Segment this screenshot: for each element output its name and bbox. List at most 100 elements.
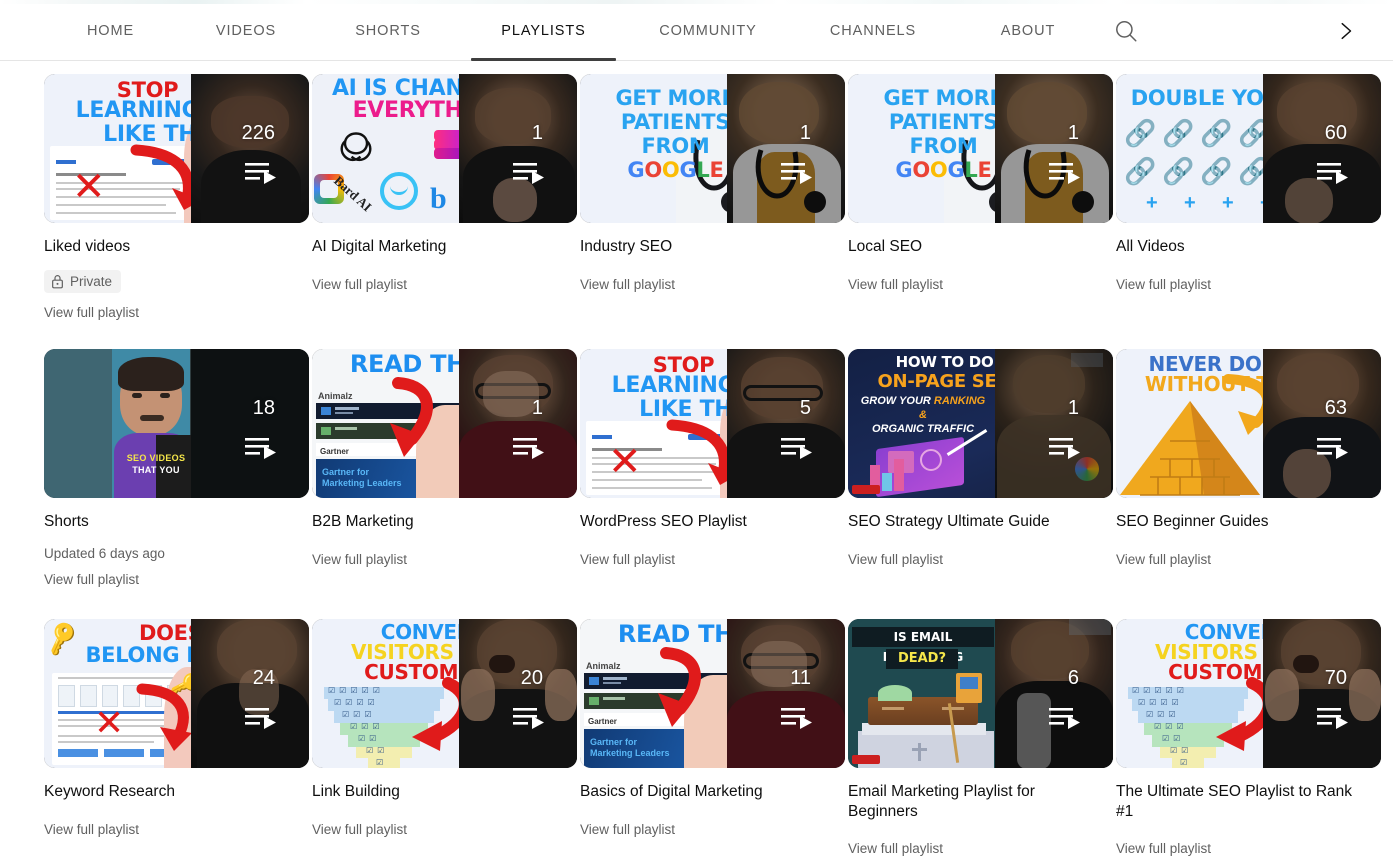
playlist-thumbnail[interactable]: READ THESE Animalz Gartner Gartner for M… (580, 619, 845, 768)
playlist-title[interactable]: B2B Marketing (312, 512, 564, 532)
tab-community[interactable]: COMMUNITY (628, 0, 788, 61)
thumbnail-overlay-panel (191, 74, 309, 223)
thumbnail-overlay-panel (727, 349, 845, 498)
playlist-row: SEO VIDEOS THAT YOU 18 Shorts Updated 6 … (44, 349, 1393, 619)
view-full-playlist-link[interactable]: View full playlist (580, 277, 845, 292)
view-full-playlist-link[interactable]: View full playlist (312, 552, 577, 567)
playlist-video-count: 1 (1067, 397, 1079, 419)
playlist-play-icon (1317, 707, 1351, 729)
playlist-video-count: 1 (531, 122, 543, 144)
view-full-playlist-link[interactable]: View full playlist (1116, 552, 1381, 567)
tab-channels-label: CHANNELS (829, 22, 917, 39)
status-badge-private: Private (44, 270, 122, 294)
tab-playlists-label: PLAYLISTS (501, 22, 586, 39)
thumbnail-overlay-panel (191, 349, 309, 498)
view-full-playlist-link[interactable]: View full playlist (44, 305, 309, 320)
playlist-video-count: 24 (252, 667, 275, 689)
playlist-title[interactable]: Basics of Digital Marketing (580, 782, 832, 802)
playlist-thumbnail[interactable]: DOUBLE YOUR 🔗 🔗 🔗 🔗 🔗 🔗 🔗 🔗 + + + 60 (1116, 74, 1381, 223)
playlist-card-ai-digital-marketing[interactable]: AI IS CHANGING EVERYTHING Bard AI b 1 AI… (312, 74, 577, 349)
playlist-video-count: 6 (1067, 667, 1079, 689)
channel-nav-bar: HOME VIDEOS SHORTS PLAYLISTS COMMUNITY C… (0, 0, 1393, 61)
search-icon[interactable] (1098, 0, 1154, 61)
playlist-card-seo-beginner-guides[interactable]: NEVER DO SEO WITHOUT THIS! (1116, 349, 1381, 619)
playlist-thumbnail[interactable]: READ THESE Animalz Gartner Gartner for M… (312, 349, 577, 498)
playlist-thumbnail[interactable]: NEVER DO SEO WITHOUT THIS! (1116, 349, 1381, 498)
thumbnail-overlay-panel (459, 619, 577, 768)
thumbnail-overlay-panel (1263, 349, 1381, 498)
playlist-play-icon (513, 707, 547, 729)
playlist-title[interactable]: Industry SEO (580, 237, 832, 257)
playlist-thumbnail[interactable]: STOP LEARNING SEO LIKE THIS ✕ 5 (580, 349, 845, 498)
thumbnail-overlay-panel (995, 74, 1113, 223)
view-full-playlist-link[interactable]: View full playlist (580, 552, 845, 567)
playlist-title[interactable]: Shorts (44, 512, 296, 532)
playlist-thumbnail[interactable]: STOP LEARNING SEO LIKE THIS ✕ 226 (44, 74, 309, 223)
view-full-playlist-link[interactable]: View full playlist (312, 277, 577, 292)
playlist-card-email-marketing-playlist-for-beginners[interactable]: IS EMAIL MARKETING DEAD? (848, 619, 1113, 868)
playlist-thumbnail[interactable]: GET MORE PATIENTS FROM GOOGLE 1 (580, 74, 845, 223)
thumbnail-overlay-panel (191, 619, 309, 768)
tab-home[interactable]: HOME (46, 0, 175, 61)
playlist-title[interactable]: The Ultimate SEO Playlist to Rank #1 (1116, 782, 1368, 823)
thumbnail-overlay-panel (727, 74, 845, 223)
playlist-title[interactable]: WordPress SEO Playlist (580, 512, 832, 532)
view-full-playlist-link[interactable]: View full playlist (580, 822, 845, 837)
playlist-card-link-building[interactable]: CONVERT VISITORS INTO CUSTOMERS ☑☑☑☑☑ ☑☑… (312, 619, 577, 868)
playlist-row: STOP LEARNING SEO LIKE THIS ✕ 226 Liked … (44, 74, 1393, 349)
playlist-title[interactable]: SEO Beginner Guides (1116, 512, 1368, 532)
playlist-video-count: 5 (799, 397, 811, 419)
playlist-title[interactable]: Email Marketing Playlist for Beginners (848, 782, 1100, 823)
playlist-card-seo-strategy-ultimate-guide[interactable]: HOW TO DO ON-PAGE SEO GROW YOUR RANKING … (848, 349, 1113, 619)
tab-playlists[interactable]: PLAYLISTS (459, 0, 628, 61)
playlist-card-all-videos[interactable]: DOUBLE YOUR 🔗 🔗 🔗 🔗 🔗 🔗 🔗 🔗 + + + 60 All… (1116, 74, 1381, 349)
playlist-play-icon (513, 162, 547, 184)
playlist-card-liked-videos[interactable]: STOP LEARNING SEO LIKE THIS ✕ 226 Liked … (44, 74, 309, 349)
playlist-thumbnail[interactable]: CONVERT VISITORS INTO CUSTOMERS ☑☑☑☑☑ ☑☑… (312, 619, 577, 768)
playlist-title[interactable]: Local SEO (848, 237, 1100, 257)
playlist-title[interactable]: Liked videos (44, 237, 296, 257)
playlist-title[interactable]: SEO Strategy Ultimate Guide (848, 512, 1100, 532)
playlist-grid: STOP LEARNING SEO LIKE THIS ✕ 226 Liked … (0, 61, 1393, 868)
playlist-title[interactable]: Keyword Research (44, 782, 296, 802)
playlist-thumbnail[interactable]: GET MORE PATIENTS FROM GOOGLE 1 (848, 74, 1113, 223)
thumbnail-overlay-panel (1263, 619, 1381, 768)
playlist-thumbnail[interactable]: AI IS CHANGING EVERYTHING Bard AI b 1 (312, 74, 577, 223)
playlist-row: 🔑 DOESN'T BELONG HERE 🔑 ✕ 24 Keyword Res… (44, 619, 1393, 868)
playlist-play-icon (513, 437, 547, 459)
view-full-playlist-link[interactable]: View full playlist (848, 841, 1113, 856)
playlist-card-industry-seo[interactable]: GET MORE PATIENTS FROM GOOGLE 1 Industry… (580, 74, 845, 349)
view-full-playlist-link[interactable]: View full playlist (44, 572, 309, 587)
playlist-video-count: 1 (799, 122, 811, 144)
playlist-thumbnail[interactable]: HOW TO DO ON-PAGE SEO GROW YOUR RANKING … (848, 349, 1113, 498)
view-full-playlist-link[interactable]: View full playlist (44, 822, 309, 837)
chevron-right-icon[interactable] (1323, 0, 1367, 61)
tab-channels[interactable]: CHANNELS (788, 0, 958, 61)
playlist-video-count: 70 (1324, 667, 1347, 689)
playlist-card-keyword-research[interactable]: 🔑 DOESN'T BELONG HERE 🔑 ✕ 24 Keyword Res… (44, 619, 309, 868)
playlist-thumbnail[interactable]: CONVERT VISITORS INTO CUSTOMERS ☑☑☑☑☑ ☑☑… (1116, 619, 1381, 768)
playlist-thumbnail[interactable]: SEO VIDEOS THAT YOU 18 (44, 349, 309, 498)
view-full-playlist-link[interactable]: View full playlist (848, 277, 1113, 292)
playlist-title[interactable]: AI Digital Marketing (312, 237, 564, 257)
tab-about-label: ABOUT (1000, 22, 1056, 39)
view-full-playlist-link[interactable]: View full playlist (312, 822, 577, 837)
playlist-card-local-seo[interactable]: GET MORE PATIENTS FROM GOOGLE 1 Local SE… (848, 74, 1113, 349)
playlist-title[interactable]: All Videos (1116, 237, 1368, 257)
tab-about[interactable]: ABOUT (958, 0, 1098, 61)
playlist-card-wordpress-seo-playlist[interactable]: STOP LEARNING SEO LIKE THIS ✕ 5 WordPres… (580, 349, 845, 619)
view-full-playlist-link[interactable]: View full playlist (848, 552, 1113, 567)
playlist-thumbnail[interactable]: IS EMAIL MARKETING DEAD? (848, 619, 1113, 768)
playlist-play-icon (781, 707, 815, 729)
view-full-playlist-link[interactable]: View full playlist (1116, 841, 1381, 856)
view-full-playlist-link[interactable]: View full playlist (1116, 277, 1381, 292)
playlist-thumbnail[interactable]: 🔑 DOESN'T BELONG HERE 🔑 ✕ 24 (44, 619, 309, 768)
playlist-card-the-ultimate-seo-playlist-to-rank-1[interactable]: CONVERT VISITORS INTO CUSTOMERS ☑☑☑☑☑ ☑☑… (1116, 619, 1381, 868)
tab-videos[interactable]: VIDEOS (175, 0, 317, 61)
playlist-card-b2b-marketing[interactable]: READ THESE Animalz Gartner Gartner for M… (312, 349, 577, 619)
tab-shorts[interactable]: SHORTS (317, 0, 459, 61)
playlist-card-shorts[interactable]: SEO VIDEOS THAT YOU 18 Shorts Updated 6 … (44, 349, 309, 619)
playlist-play-icon (245, 707, 279, 729)
playlist-title[interactable]: Link Building (312, 782, 564, 802)
playlist-card-basics-of-digital-marketing[interactable]: READ THESE Animalz Gartner Gartner for M… (580, 619, 845, 868)
